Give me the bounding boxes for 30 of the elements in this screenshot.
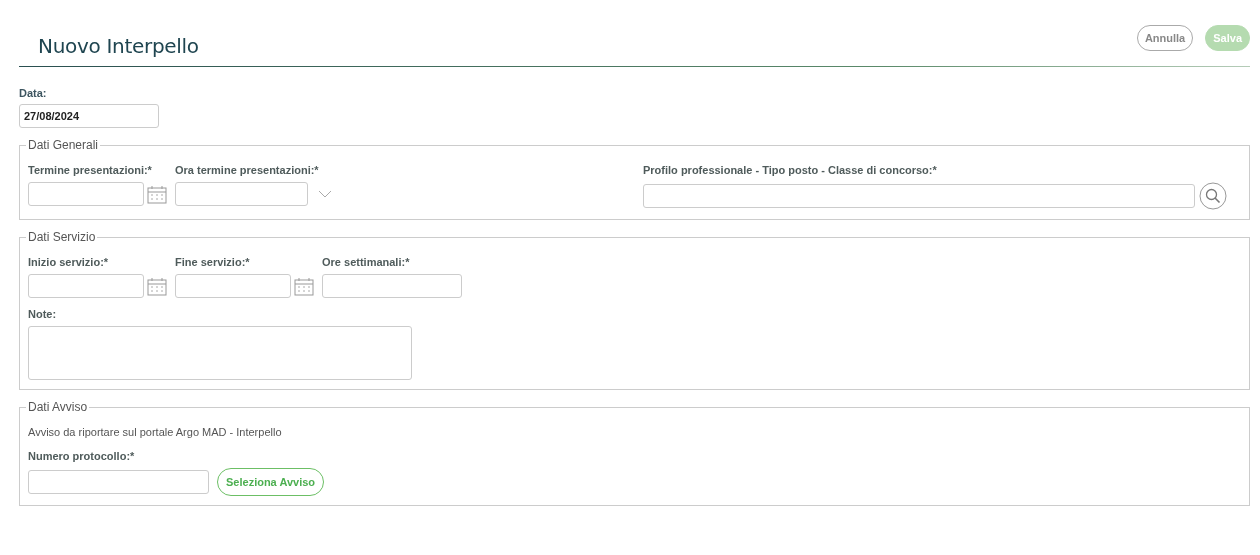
input-field[interactable] [322,274,462,298]
search-icon[interactable] [1199,182,1227,210]
field-label: Ore settimanali:* [322,256,411,268]
date-field[interactable]: 27/08/2024 [19,104,159,128]
time-select[interactable] [175,182,308,206]
date-field[interactable] [28,182,144,206]
section-title: Dati Servizio [27,230,97,244]
section-title: Dati Generali [27,138,100,152]
field-label: Fine servizio:* [175,256,251,268]
field-label: Inizio servizio:* [28,256,110,268]
select-notice-button[interactable]: Seleziona Avviso [217,468,325,496]
chevron-down-icon[interactable] [318,190,332,198]
field-label: Data: [19,87,48,99]
calendar-icon[interactable] [147,276,167,296]
field-label: Profilo professionale - Tipo posto - Classe di concorso:* [643,164,938,176]
field-label: Note: [28,308,58,320]
section-title: Dati Avviso [27,400,89,414]
field-label: Numero protocollo:* [28,450,136,462]
notes-field[interactable] [28,326,412,380]
field-label: Ora termine presentazioni:* [175,164,320,176]
page-title: Nuovo Interpello [38,34,199,58]
calendar-icon[interactable] [294,276,314,296]
profile-field[interactable] [643,184,1195,208]
cancel-button[interactable]: Annulla [1136,25,1194,51]
field-label: Termine presentazioni:* [28,164,153,176]
date-field[interactable] [28,274,144,298]
calendar-icon[interactable] [147,184,167,204]
info-text: Avviso da riportare sul portale Argo MAD - Interpello [28,426,283,438]
input-field[interactable] [28,470,209,494]
date-field[interactable] [175,274,291,298]
